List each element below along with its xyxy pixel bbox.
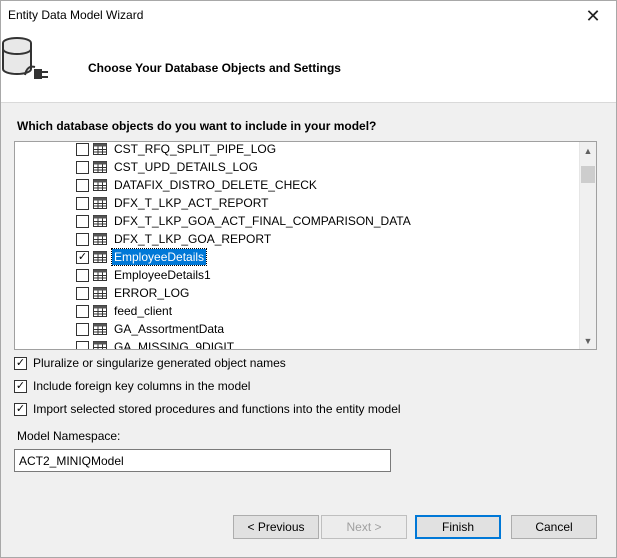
object-label: GA_MISSING_9DIGIT: [114, 340, 235, 350]
wizard-window: Entity Data Model Wizard ✕ Choose Your D…: [0, 0, 617, 558]
object-row[interactable]: EmployeeDetails1: [15, 266, 580, 284]
model-namespace-label: Model Namespace:: [17, 429, 121, 443]
object-checkbox[interactable]: [76, 304, 89, 318]
object-checkbox[interactable]: [76, 214, 89, 228]
table-icon: [89, 341, 112, 349]
foreign-keys-option[interactable]: ✓ Include foreign key columns in the mod…: [14, 378, 250, 394]
object-label: DATAFIX_DISTRO_DELETE_CHECK: [114, 178, 317, 192]
scroll-thumb[interactable]: [581, 166, 595, 183]
object-row[interactable]: DFX_T_LKP_GOA_REPORT: [15, 230, 580, 248]
foreign-keys-checkbox[interactable]: ✓: [14, 379, 27, 393]
table-icon: [89, 215, 112, 227]
object-label: EmployeeDetails1: [114, 268, 211, 282]
cancel-button[interactable]: Cancel: [511, 515, 597, 539]
object-row[interactable]: feed_client: [15, 302, 580, 320]
object-row[interactable]: CST_UPD_DETAILS_LOG: [15, 158, 580, 176]
object-label: DFX_T_LKP_GOA_ACT_FINAL_COMPARISON_DATA: [114, 214, 411, 228]
table-icon: [89, 269, 112, 281]
object-checkbox[interactable]: [76, 232, 89, 246]
object-label: CST_RFQ_SPLIT_PIPE_LOG: [114, 142, 277, 156]
objects-question-label: Which database objects do you want to in…: [17, 119, 377, 133]
object-checkbox[interactable]: [76, 286, 89, 300]
table-icon: [89, 251, 112, 263]
object-row[interactable]: GA_MISSING_9DIGIT: [15, 338, 580, 350]
close-icon: ✕: [585, 5, 601, 26]
title-bar: Entity Data Model Wizard ✕: [1, 1, 616, 31]
chevron-down-icon: ▼: [583, 335, 593, 346]
object-checkbox[interactable]: [76, 142, 89, 156]
window-title: Entity Data Model Wizard: [8, 8, 144, 22]
object-row[interactable]: ✓ EmployeeDetails: [15, 248, 580, 266]
table-icon: [89, 197, 112, 209]
pluralize-checkbox[interactable]: ✓: [14, 356, 27, 370]
object-row[interactable]: DATAFIX_DISTRO_DELETE_CHECK: [15, 176, 580, 194]
scroll-down-button[interactable]: ▼: [580, 332, 596, 349]
object-checkbox[interactable]: [76, 160, 89, 174]
scroll-up-button[interactable]: ▲: [580, 142, 596, 159]
table-icon: [89, 179, 112, 191]
page-title: Choose Your Database Objects and Setting…: [88, 61, 341, 75]
object-label: feed_client: [114, 304, 173, 318]
object-row[interactable]: DFX_T_LKP_GOA_ACT_FINAL_COMPARISON_DATA: [15, 212, 580, 230]
import-procs-option[interactable]: ✓ Import selected stored procedures and …: [14, 401, 401, 417]
table-icon: [89, 233, 112, 245]
object-row[interactable]: DFX_T_LKP_ACT_REPORT: [15, 194, 580, 212]
object-checkbox[interactable]: [76, 178, 89, 192]
wizard-header: Choose Your Database Objects and Setting…: [1, 31, 616, 103]
model-namespace-input[interactable]: [14, 449, 391, 472]
database-objects-tree[interactable]: CST_RFQ_SPLIT_PIPE_LOG CST_UPD_DETAILS_LO…: [14, 141, 597, 350]
chevron-up-icon: ▲: [583, 145, 593, 156]
next-button[interactable]: Next >: [321, 515, 407, 539]
object-label: GA_AssortmentData: [114, 322, 225, 336]
vertical-scrollbar[interactable]: ▲ ▼: [579, 142, 596, 349]
object-checkbox[interactable]: [76, 268, 89, 282]
table-icon: [89, 143, 112, 155]
previous-button[interactable]: < Previous: [233, 515, 319, 539]
object-label: DFX_T_LKP_ACT_REPORT: [114, 196, 269, 210]
pluralize-option[interactable]: ✓ Pluralize or singularize generated obj…: [14, 355, 286, 371]
object-checkbox[interactable]: ✓: [76, 250, 89, 264]
object-row[interactable]: ERROR_LOG: [15, 284, 580, 302]
object-label: DFX_T_LKP_GOA_REPORT: [114, 232, 272, 246]
object-rows: CST_RFQ_SPLIT_PIPE_LOG CST_UPD_DETAILS_LO…: [15, 142, 580, 350]
foreign-keys-label: Include foreign key columns in the model: [33, 379, 251, 393]
table-icon: [89, 305, 112, 317]
object-label: CST_UPD_DETAILS_LOG: [114, 160, 258, 174]
import-procs-label: Import selected stored procedures and fu…: [33, 402, 401, 416]
table-icon: [89, 161, 112, 173]
object-checkbox[interactable]: [76, 340, 89, 349]
table-icon: [89, 323, 112, 335]
table-icon: [89, 287, 112, 299]
import-procs-checkbox[interactable]: ✓: [14, 402, 27, 416]
close-button[interactable]: ✕: [570, 1, 616, 31]
object-row[interactable]: GA_AssortmentData: [15, 320, 580, 338]
object-row[interactable]: CST_RFQ_SPLIT_PIPE_LOG: [15, 142, 580, 158]
object-checkbox[interactable]: [76, 196, 89, 210]
pluralize-label: Pluralize or singularize generated objec…: [33, 356, 286, 370]
object-label: EmployeeDetails: [110, 248, 208, 266]
object-checkbox[interactable]: [76, 322, 89, 336]
finish-button[interactable]: Finish: [415, 515, 501, 539]
database-connect-icon: [2, 37, 48, 79]
object-label: ERROR_LOG: [114, 286, 190, 300]
